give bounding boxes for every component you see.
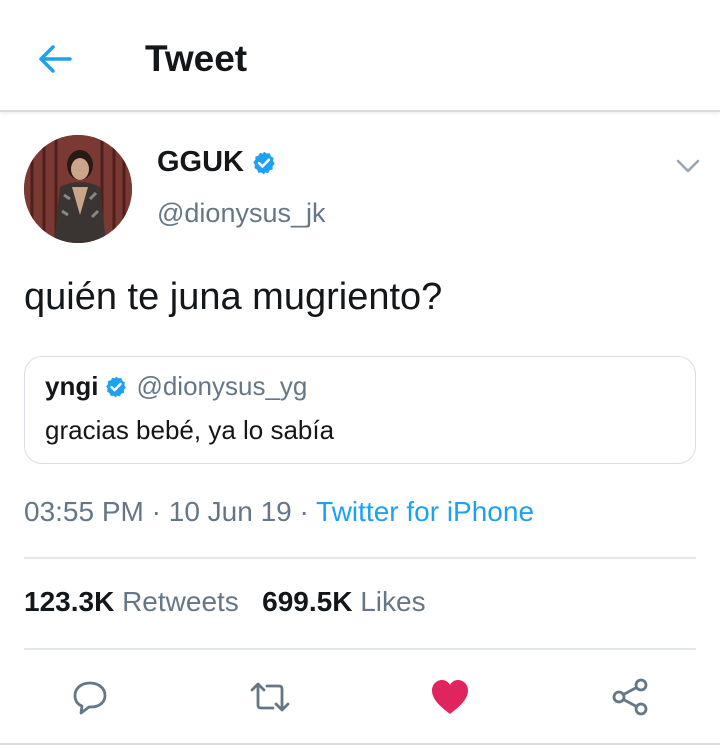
- share-button[interactable]: [605, 672, 655, 722]
- verified-badge-icon: [104, 375, 128, 399]
- tweet-time: 03:55 PM: [24, 496, 144, 527]
- tweet-options-button[interactable]: [672, 150, 704, 182]
- tweet-meta: 03:55 PM · 10 Jun 19 · Twitter for iPhon…: [24, 496, 534, 528]
- verified-badge-icon: [251, 150, 277, 176]
- likes-label: Likes: [360, 586, 426, 617]
- avatar-image: [24, 135, 132, 243]
- author-name-text: GGUK: [157, 146, 244, 178]
- retweet-button[interactable]: [245, 672, 295, 722]
- retweets-stat[interactable]: 123.3K Retweets: [24, 586, 239, 617]
- quoted-author-name: yngi: [45, 371, 99, 401]
- top-bar: Tweet: [0, 0, 720, 112]
- author-handle[interactable]: @dionysus_jk: [157, 198, 326, 229]
- divider: [0, 743, 720, 745]
- retweets-count: 123.3K: [24, 586, 115, 617]
- tweet-stats: 123.3K Retweets 699.5K Likes: [24, 586, 426, 618]
- quoted-tweet[interactable]: yngi @dionysus_yg gracias bebé, ya lo sa…: [24, 356, 696, 464]
- tweet-source-link[interactable]: Twitter for iPhone: [316, 496, 534, 527]
- page-title: Tweet: [145, 38, 248, 79]
- reply-button[interactable]: [65, 672, 115, 722]
- tweet-text: quién te juna mugriento?: [24, 276, 443, 318]
- quoted-tweet-text: gracias bebé, ya lo sabía: [45, 415, 335, 445]
- retweet-icon: [250, 682, 290, 712]
- arrow-left-icon: [39, 45, 72, 73]
- quoted-tweet-header: yngi @dionysus_yg: [45, 371, 307, 402]
- divider: [24, 648, 696, 650]
- quoted-author-handle: @dionysus_yg: [136, 371, 308, 401]
- reply-icon: [73, 681, 107, 715]
- tweet-date: 10 Jun 19: [168, 496, 292, 527]
- like-icon: [432, 680, 468, 714]
- likes-stat[interactable]: 699.5K Likes: [262, 586, 425, 617]
- chevron-down-icon: [676, 159, 700, 173]
- avatar[interactable]: [24, 135, 132, 243]
- divider: [24, 557, 696, 559]
- retweets-label: Retweets: [122, 586, 239, 617]
- back-button[interactable]: [30, 34, 80, 84]
- likes-count: 699.5K: [262, 586, 353, 617]
- author-display-name[interactable]: GGUK: [157, 146, 277, 179]
- like-button[interactable]: [425, 672, 475, 722]
- meta-separator: ·: [151, 496, 161, 527]
- meta-separator: ·: [299, 496, 309, 527]
- share-icon: [612, 678, 648, 716]
